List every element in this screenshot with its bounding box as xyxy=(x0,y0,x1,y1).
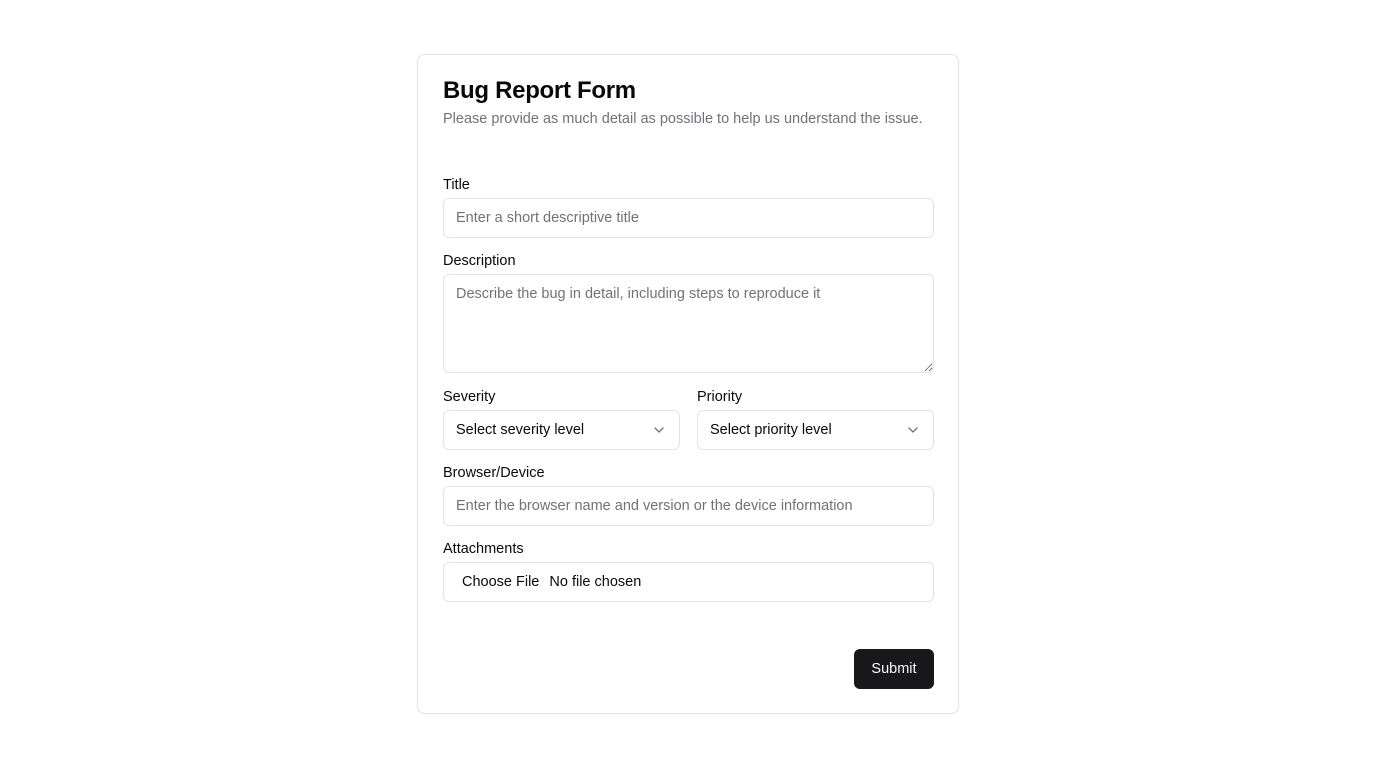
title-label: Title xyxy=(443,177,470,193)
severity-select[interactable]: Select severity level xyxy=(443,410,680,450)
chevron-down-icon xyxy=(654,427,664,433)
file-status-text: No file chosen xyxy=(549,574,642,590)
form-subtitle: Please provide as much detail as possibl… xyxy=(443,111,923,127)
choose-file-button[interactable]: Choose File xyxy=(462,574,539,590)
title-input[interactable] xyxy=(443,198,934,238)
severity-select-value: Select severity level xyxy=(456,422,585,438)
chevron-down-icon xyxy=(908,427,918,433)
priority-label: Priority xyxy=(697,389,743,405)
bug-report-card: Bug Report Form Please provide as much d… xyxy=(417,54,959,714)
attachments-file-input: Choose File No file chosen xyxy=(443,562,934,602)
description-textarea[interactable] xyxy=(443,274,934,373)
browser-device-label: Browser/Device xyxy=(443,465,545,481)
attachments-label: Attachments xyxy=(443,541,524,557)
priority-select-value: Select priority level xyxy=(710,422,832,438)
form-title: Bug Report Form xyxy=(443,77,636,104)
description-label: Description xyxy=(443,253,516,269)
severity-label: Severity xyxy=(443,389,496,405)
browser-device-input[interactable] xyxy=(443,486,934,526)
submit-button[interactable]: Submit xyxy=(854,649,934,689)
priority-select[interactable]: Select priority level xyxy=(697,410,934,450)
